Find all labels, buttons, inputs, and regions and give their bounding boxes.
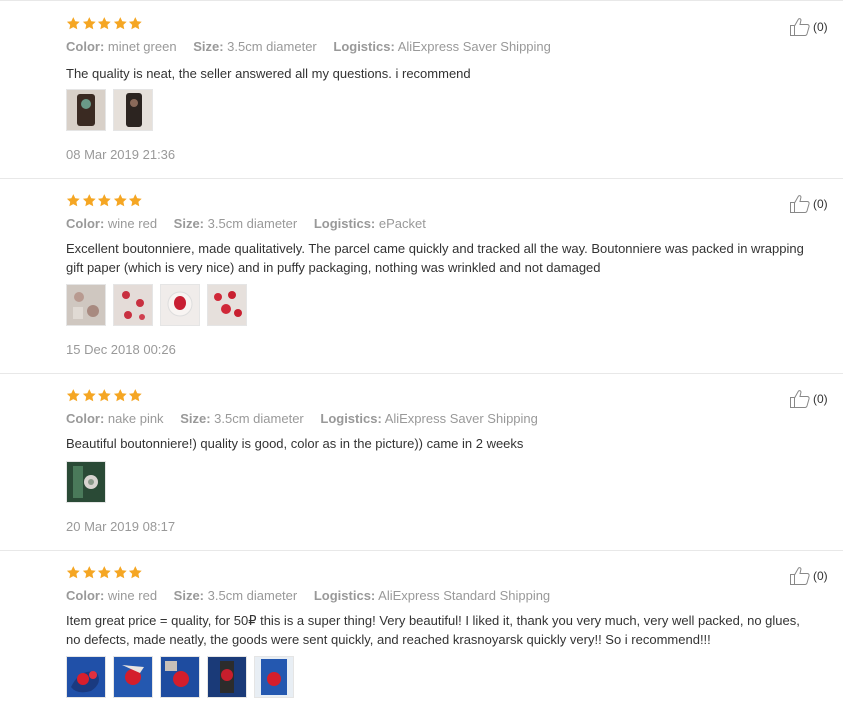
size-label: Size: xyxy=(180,411,211,426)
star-icon xyxy=(98,17,111,30)
color-value: wine red xyxy=(107,216,158,231)
review-date: 15 Dec 2018 00:26 xyxy=(66,342,176,357)
review-photo[interactable] xyxy=(66,89,106,131)
logistics-label: Logistics: xyxy=(313,588,376,603)
like-button[interactable]: (0) xyxy=(789,17,828,37)
color-label: Color: xyxy=(66,216,105,231)
star-icon xyxy=(129,17,143,30)
logistics-value: ePacket xyxy=(378,216,426,231)
rating-stars xyxy=(66,16,143,32)
rating-stars xyxy=(66,565,143,581)
thumbs-up-icon xyxy=(789,194,811,214)
review-attributes: Color: wine red Size: 3.5cm diameter Log… xyxy=(66,216,439,231)
logistics-label: Logistics: xyxy=(313,216,376,231)
review-item: Color: wine red Size: 3.5cm diameter Log… xyxy=(0,179,843,374)
like-count: (0) xyxy=(813,197,828,211)
review-photos xyxy=(66,284,247,326)
size-label: Size: xyxy=(173,588,205,603)
logistics-label: Logistics: xyxy=(320,411,382,426)
color-label: Color: xyxy=(66,411,105,426)
star-icon xyxy=(66,194,80,207)
color-value: minet green xyxy=(107,39,177,54)
review-item: Color: nake pink Size: 3.5cm diameter Lo… xyxy=(0,374,843,551)
color-value: nake pink xyxy=(107,411,164,426)
review-text: Beautiful boutonniere!) quality is good,… xyxy=(66,436,524,451)
star-icon xyxy=(66,389,80,402)
review-item: Color: wine red Size: 3.5cm diameter Log… xyxy=(0,551,843,713)
star-icon xyxy=(82,17,96,30)
thumbs-up-icon xyxy=(789,389,811,409)
review-photos xyxy=(66,656,294,698)
star-icon xyxy=(113,566,127,579)
logistics-value: AliExpress Standard Shipping xyxy=(378,588,551,603)
review-text: Excellent boutonniere, made qualitativel… xyxy=(66,241,804,275)
star-icon xyxy=(82,389,96,402)
star-icon xyxy=(113,17,127,30)
review-attributes: Color: wine red Size: 3.5cm diameter Log… xyxy=(66,588,563,603)
size-value: 3.5cm diameter xyxy=(207,588,298,603)
like-count: (0) xyxy=(813,20,828,34)
review-photo[interactable] xyxy=(66,284,106,326)
review-photo[interactable] xyxy=(66,461,106,503)
review-attributes: Color: minet green Size: 3.5cm diameter … xyxy=(66,39,564,54)
review-photo[interactable] xyxy=(113,656,153,698)
review-date: 08 Mar 2019 21:36 xyxy=(66,147,176,162)
like-button[interactable]: (0) xyxy=(789,389,828,409)
review-photo[interactable] xyxy=(66,656,106,698)
review-text: Item great price = quality, for 50₽ this… xyxy=(66,613,800,647)
logistics-value: AliExpress Saver Shipping xyxy=(397,39,551,54)
logistics-value: AliExpress Saver Shipping xyxy=(384,411,538,426)
like-button[interactable]: (0) xyxy=(789,194,828,214)
size-value: 3.5cm diameter xyxy=(227,39,317,54)
size-value: 3.5cm diameter xyxy=(214,411,304,426)
review-photo[interactable] xyxy=(254,656,294,698)
star-icon xyxy=(113,194,127,207)
like-count: (0) xyxy=(813,392,828,406)
review-photo[interactable] xyxy=(160,284,200,326)
star-icon xyxy=(66,17,80,30)
thumbs-up-icon xyxy=(789,566,811,586)
like-button[interactable]: (0) xyxy=(789,566,828,586)
star-icon xyxy=(98,566,111,579)
rating-stars xyxy=(66,388,143,404)
review-photo[interactable] xyxy=(113,284,153,326)
review-photo[interactable] xyxy=(113,89,153,131)
size-label: Size: xyxy=(173,216,205,231)
star-icon xyxy=(82,194,96,207)
color-label: Color: xyxy=(66,39,105,54)
logistics-label: Logistics: xyxy=(333,39,395,54)
review-attributes: Color: nake pink Size: 3.5cm diameter Lo… xyxy=(66,411,551,426)
review-photo[interactable] xyxy=(207,656,247,698)
review-photo[interactable] xyxy=(207,284,247,326)
review-photos xyxy=(66,89,153,131)
color-label: Color: xyxy=(66,588,105,603)
size-label: Size: xyxy=(193,39,224,54)
star-icon xyxy=(82,566,96,579)
like-count: (0) xyxy=(813,569,828,583)
review-text: The quality is neat, the seller answered… xyxy=(66,66,471,81)
size-value: 3.5cm diameter xyxy=(207,216,298,231)
star-icon xyxy=(98,389,111,402)
color-value: wine red xyxy=(107,588,158,603)
star-icon xyxy=(66,566,80,579)
star-icon xyxy=(98,194,111,207)
star-icon xyxy=(129,566,143,579)
thumbs-up-icon xyxy=(789,17,811,37)
review-photos xyxy=(66,461,106,503)
review-photo[interactable] xyxy=(160,656,200,698)
review-date: 20 Mar 2019 08:17 xyxy=(66,519,176,534)
star-icon xyxy=(129,389,143,402)
review-item: Color: minet green Size: 3.5cm diameter … xyxy=(0,2,843,179)
star-icon xyxy=(113,389,127,402)
star-icon xyxy=(129,194,143,207)
rating-stars xyxy=(66,193,143,209)
